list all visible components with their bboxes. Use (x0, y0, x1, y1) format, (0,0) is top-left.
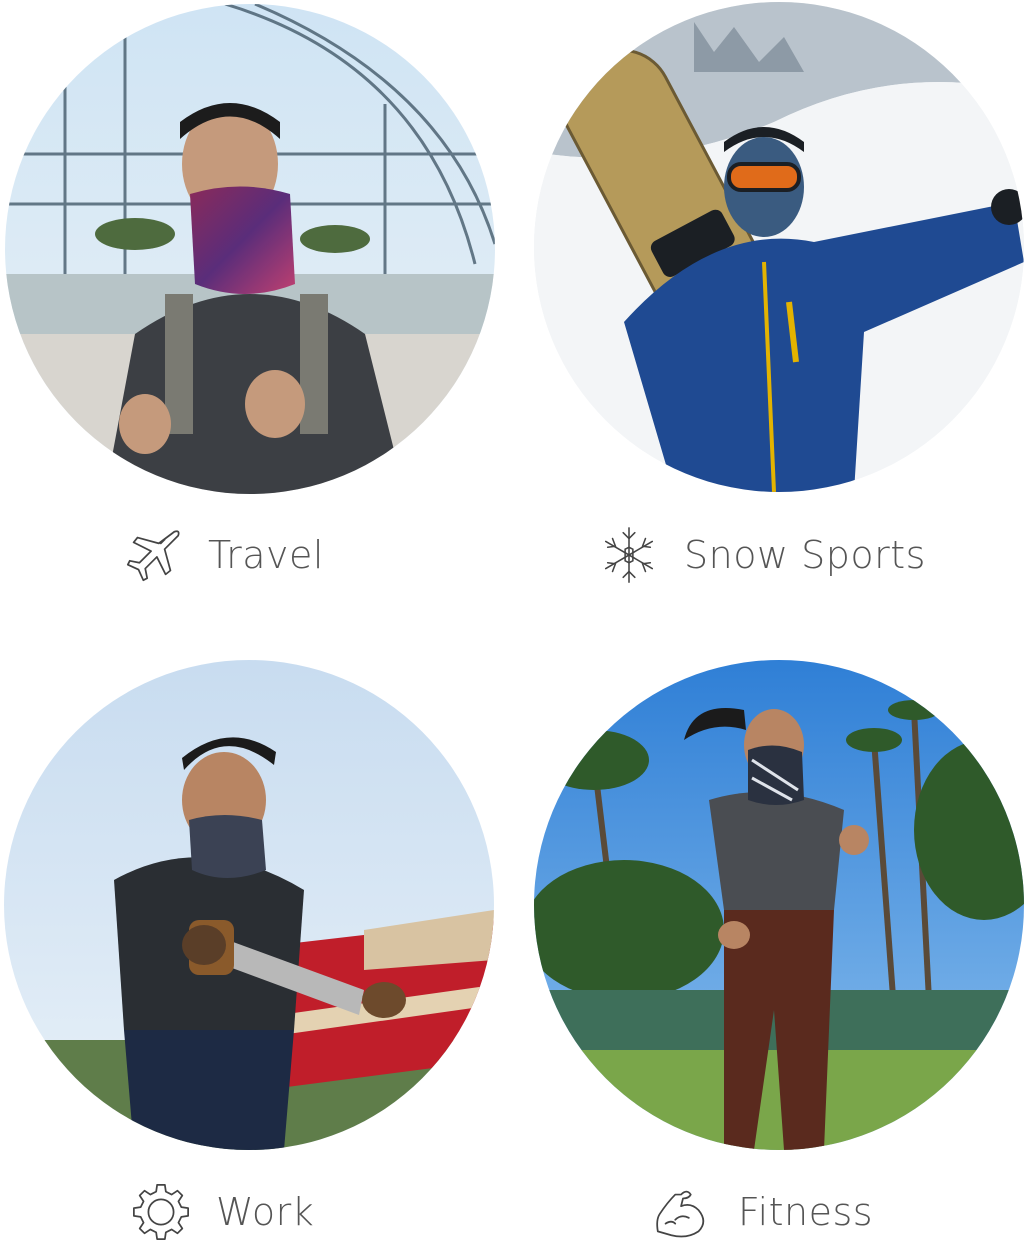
travel-photo (5, 4, 495, 494)
work-label: Work (216, 1190, 315, 1234)
tile-travel: Travel (0, 0, 514, 625)
airplane-icon (122, 524, 184, 586)
gear-icon (130, 1181, 192, 1243)
work-photo-illustration (4, 660, 494, 1150)
travel-photo-illustration (5, 4, 495, 494)
snowflake-icon (598, 524, 660, 586)
work-caption: Work (130, 1181, 314, 1243)
fitness-label: Fitness (738, 1190, 874, 1234)
fitness-photo (534, 660, 1024, 1150)
fitness-photo-illustration (534, 660, 1024, 1150)
flexed-arm-icon (652, 1181, 714, 1243)
snow-sports-caption: Snow Sports (598, 524, 926, 586)
snow-sports-photo (534, 2, 1024, 492)
travel-label: Travel (208, 533, 324, 577)
fitness-caption: Fitness (652, 1181, 873, 1243)
tile-work: Work (0, 625, 514, 1250)
work-photo (4, 660, 494, 1150)
tile-fitness: Fitness (514, 625, 1028, 1250)
snow-sports-label: Snow Sports (684, 533, 926, 577)
travel-caption: Travel (122, 524, 324, 586)
tile-snow-sports: Snow Sports (514, 0, 1028, 625)
snow-sports-photo-illustration (534, 2, 1024, 492)
